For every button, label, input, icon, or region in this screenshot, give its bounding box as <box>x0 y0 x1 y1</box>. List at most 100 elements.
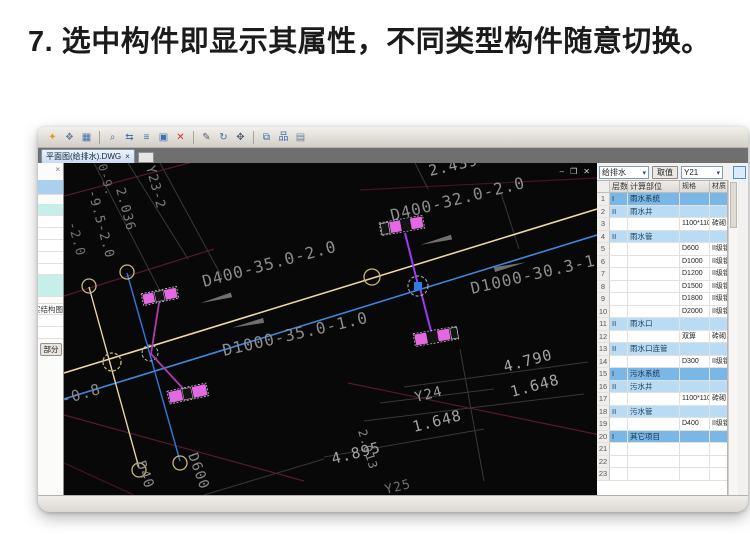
table-cell <box>680 443 710 455</box>
app-window: ✦❖▦⌕⇆≡▣✕✎↻✥⧉品▤ 平面图(给排水).DWG × × 实结构图 <box>38 127 748 512</box>
table-cell <box>628 468 680 480</box>
scrollbar-thumb[interactable] <box>730 182 737 228</box>
tab-drawing[interactable]: 平面图(给排水).DWG × <box>41 149 135 163</box>
left-panel-row[interactable] <box>38 240 63 252</box>
table-row[interactable]: 23 <box>597 468 727 481</box>
table-cell: 23 <box>597 468 610 480</box>
table-cell: II <box>610 406 628 418</box>
cad-label: 2.439 <box>427 163 480 180</box>
grid-icon[interactable]: ▤ <box>293 130 308 145</box>
table-header: 层数 计算部位 规格 材质 <box>597 181 727 193</box>
left-panel-row[interactable] <box>38 252 63 264</box>
left-panel-row[interactable] <box>38 204 63 216</box>
save-icon[interactable]: ▦ <box>79 130 94 145</box>
chevron-down-icon: ▾ <box>716 169 720 177</box>
delete-icon[interactable]: ✕ <box>173 130 188 145</box>
edit-icon[interactable]: ✎ <box>199 130 214 145</box>
table-cell: 21 <box>597 443 610 455</box>
table-cell: 8 <box>597 281 610 293</box>
left-panel-button[interactable]: 部分 <box>40 343 62 356</box>
left-panel-row[interactable] <box>38 315 63 327</box>
table-cell: 砖砌 <box>710 331 727 343</box>
structure-icon[interactable]: 品 <box>276 130 291 145</box>
left-panel-row[interactable] <box>38 228 63 240</box>
table-row[interactable]: 11II雨水口 <box>597 318 727 331</box>
table-cell <box>610 331 628 343</box>
left-panel-row[interactable] <box>38 264 63 275</box>
table-row[interactable]: 4II雨水管 <box>597 231 727 244</box>
table-row[interactable]: 171100*1100砖砌 <box>597 393 727 406</box>
clipped-button[interactable] <box>733 166 746 179</box>
selected-gully-inlet[interactable] <box>413 326 459 346</box>
table-cell <box>710 231 727 243</box>
table-cell: I <box>610 368 628 380</box>
table-row[interactable]: 8D1500II级钢筋砼管 <box>597 281 727 294</box>
table-row[interactable]: 5D600II级钢筋砼管 <box>597 243 727 256</box>
table-row[interactable]: 22 <box>597 456 727 469</box>
table-row[interactable]: 9D1800II级钢筋砼管 <box>597 293 727 306</box>
value-select[interactable]: Y21 ▾ <box>681 166 723 179</box>
app-icon[interactable]: ✦ <box>45 130 60 145</box>
table-row[interactable]: 10D2000II级钢筋砼管 <box>597 306 727 319</box>
table-cell <box>710 431 727 443</box>
pan-icon[interactable]: ⇆ <box>122 130 137 145</box>
table-row[interactable]: 21 <box>597 443 727 456</box>
tab-stub[interactable] <box>138 152 154 163</box>
fit-view-icon[interactable]: ≡ <box>139 130 154 145</box>
table-row[interactable]: 14D300II级钢筋砼管 <box>597 356 727 369</box>
cad-label: 1.648 <box>411 406 464 436</box>
profession-select[interactable]: 给排水 ▾ <box>599 166 649 179</box>
move-icon[interactable]: ✥ <box>233 130 248 145</box>
table-row[interactable]: 31100*1100砖砌 <box>597 218 727 231</box>
panel-controls: 给排水 ▾ 取值 Y21 ▾ <box>597 163 748 180</box>
scrollbar[interactable] <box>728 180 738 495</box>
junction-node[interactable] <box>414 282 422 290</box>
restore-icon[interactable]: ❐ <box>570 167 577 176</box>
table-row[interactable]: 20I其它项目 <box>597 431 727 444</box>
table-row[interactable]: 2II雨水井 <box>597 206 727 219</box>
table-cell: I <box>610 193 628 205</box>
table-row[interactable]: 16II污水井 <box>597 381 727 394</box>
table-row[interactable]: 15I污水系统 <box>597 368 727 381</box>
table-row[interactable]: 19D400II级钢筋砼管 <box>597 418 727 431</box>
table-row[interactable]: 13II雨水口连管 <box>597 343 727 356</box>
minimize-icon[interactable]: – <box>560 167 564 176</box>
left-panel-row[interactable] <box>38 180 63 195</box>
zoom-icon[interactable]: ⌕ <box>105 130 120 145</box>
selected-gully-inlet[interactable] <box>167 383 209 404</box>
table-cell <box>710 368 727 380</box>
table-row[interactable]: 6D1000II级钢筋砼管 <box>597 256 727 269</box>
left-panel-row[interactable] <box>38 216 63 228</box>
fetch-value-button[interactable]: 取值 <box>652 166 678 179</box>
rotate-icon[interactable]: ↻ <box>216 130 231 145</box>
table-row[interactable]: 1I雨水系统 <box>597 193 727 206</box>
table-row[interactable]: 12双箅砖砌 <box>597 331 727 344</box>
table-cell <box>680 406 710 418</box>
table-cell <box>610 243 628 255</box>
left-panel-row[interactable] <box>38 327 63 339</box>
link-icon[interactable]: ⧉ <box>259 130 274 145</box>
table-row[interactable]: 7D1200II级钢筋砼管 <box>597 268 727 281</box>
selected-connector-pipe[interactable] <box>405 233 418 285</box>
table-cell <box>628 331 680 343</box>
table-cell <box>628 281 680 293</box>
table-cell <box>610 468 628 480</box>
table-cell <box>680 431 710 443</box>
close-icon[interactable]: ✕ <box>583 167 590 176</box>
tab-close-icon[interactable]: × <box>125 151 130 163</box>
table-cell: II <box>610 206 628 218</box>
components-icon[interactable]: ❖ <box>62 130 77 145</box>
table-cell <box>610 443 628 455</box>
cad-canvas[interactable]: – ❐ ✕ <box>64 163 597 495</box>
profession-select-value: 给排水 <box>602 167 626 178</box>
window-select-icon[interactable]: ▣ <box>156 130 171 145</box>
table-cell: II <box>610 381 628 393</box>
left-panel-label: 实结构图 <box>38 303 63 315</box>
selected-gully-inlet[interactable] <box>141 286 179 305</box>
left-panel-row[interactable] <box>38 275 63 297</box>
table-cell <box>628 393 680 405</box>
table-row[interactable]: 18II污水管 <box>597 406 727 419</box>
table-cell <box>628 306 680 318</box>
table-cell: 雨水口 <box>628 318 680 330</box>
left-panel-close-icon[interactable]: × <box>55 165 60 174</box>
